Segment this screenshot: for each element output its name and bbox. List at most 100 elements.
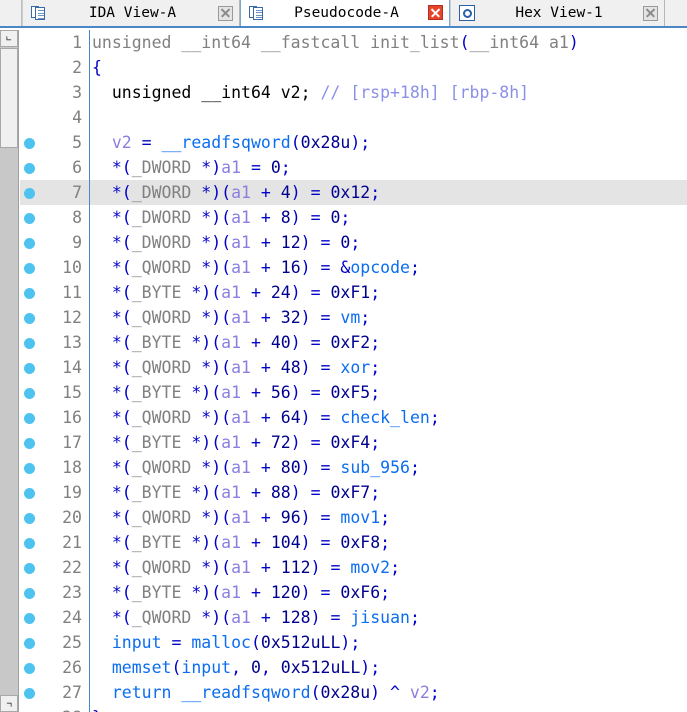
close-icon[interactable] xyxy=(218,5,233,21)
token-var: a1 xyxy=(221,333,242,352)
token-gray: _DWORD xyxy=(131,208,192,227)
tab-hex-view-1[interactable]: Hex View-1 xyxy=(450,0,665,26)
gutter-separator xyxy=(89,155,90,180)
breakpoint-icon[interactable] xyxy=(24,162,35,174)
code-line[interactable]: 16 *(_QWORD *)(a1 + 64) = check_len; xyxy=(20,405,687,430)
token-kw: *)( xyxy=(181,583,222,602)
token-num: 56 xyxy=(270,383,291,402)
code-line[interactable]: 3 unsigned __int64 v2; // [rsp+18h] [rbp… xyxy=(20,80,687,105)
code-text: *(_QWORD *)(a1 + 48) = xor; xyxy=(92,355,380,380)
code-line[interactable]: 2{ xyxy=(20,55,687,80)
gutter-separator xyxy=(89,580,90,605)
token-kw: + xyxy=(250,558,281,577)
scrollbar-thumb[interactable] xyxy=(0,48,18,148)
token-kw: *)( xyxy=(191,508,232,527)
breakpoint-icon[interactable] xyxy=(24,512,35,524)
breakpoint-icon[interactable] xyxy=(24,462,35,474)
token-kw: *)( xyxy=(191,308,232,327)
token-kw: ; xyxy=(370,483,381,502)
code-line[interactable]: 1 unsigned __int64 __fastcall init_list(_… xyxy=(20,30,687,55)
breakpoint-icon[interactable] xyxy=(24,437,35,449)
breakpoint-icon[interactable] xyxy=(24,487,35,499)
token-kw: ; xyxy=(390,558,401,577)
code-line[interactable]: 12 *(_QWORD *)(a1 + 32) = vm; xyxy=(20,305,687,330)
breakpoint-icon[interactable] xyxy=(24,637,35,649)
close-icon-red[interactable] xyxy=(428,5,443,20)
code-line[interactable]: 13 *(_BYTE *)(a1 + 40) = 0xF2; xyxy=(20,330,687,355)
code-line[interactable]: 8 *(_DWORD *)(a1 + 8) = 0; xyxy=(20,205,687,230)
code-text: *(_QWORD *)(a1 + 80) = sub_956; xyxy=(92,455,420,480)
breakpoint-icon[interactable] xyxy=(24,612,35,624)
code-line[interactable]: 10 *(_QWORD *)(a1 + 16) = &opcode; xyxy=(20,255,687,280)
code-line[interactable]: 21 *(_BYTE *)(a1 + 104) = 0xF8; xyxy=(20,530,687,555)
breakpoint-icon[interactable] xyxy=(24,387,35,399)
code-line[interactable]: 28} xyxy=(20,705,687,712)
code-line[interactable]: 26 memset(input, 0, 0x512uLL); xyxy=(20,655,687,680)
token-func: input xyxy=(181,658,232,677)
token-gray: unsigned __int64 __fastcall init_list xyxy=(92,33,460,52)
breakpoint-icon[interactable] xyxy=(24,662,35,674)
token-num: 0x12 xyxy=(330,183,371,202)
code-line[interactable]: 25 input = malloc(0x512uLL); xyxy=(20,630,687,655)
token-kw: ) = xyxy=(290,383,331,402)
token-plain: ; xyxy=(300,83,321,102)
breakpoint-icon[interactable] xyxy=(24,587,35,599)
token-kw: *( xyxy=(92,533,132,552)
gutter-separator xyxy=(89,705,90,712)
line-number: 22 xyxy=(62,558,82,577)
tab-label: IDA View-A xyxy=(88,5,177,21)
code-line[interactable]: 22 *(_QWORD *)(a1 + 112) = mov2; xyxy=(20,555,687,580)
gutter-separator xyxy=(89,280,90,305)
code-line[interactable]: 6 *(_DWORD *)a1 = 0; xyxy=(20,155,687,180)
code-line[interactable]: 18 *(_QWORD *)(a1 + 80) = sub_956; xyxy=(20,455,687,480)
breakpoint-icon[interactable] xyxy=(24,312,35,324)
code-line[interactable]: 17 *(_BYTE *)(a1 + 72) = 0xF4; xyxy=(20,430,687,455)
token-gray: __int64 a1 xyxy=(469,33,569,52)
line-number: 6 xyxy=(72,158,82,177)
breakpoint-icon[interactable] xyxy=(24,562,35,574)
scroll-up-arrow-icon[interactable] xyxy=(0,30,18,47)
breakpoint-icon[interactable] xyxy=(24,287,35,299)
token-kw: = xyxy=(131,133,162,152)
code-line[interactable]: 11 *(_BYTE *)(a1 + 24) = 0xF1; xyxy=(20,280,687,305)
code-line[interactable]: 5 v2 = __readfsqword(0x28u); xyxy=(20,130,687,155)
code-text: *(_DWORD *)(a1 + 12) = 0; xyxy=(92,230,360,255)
token-num: 0x512uLL xyxy=(260,633,341,652)
code-line[interactable]: 27 return __readfsqword(0x28u) ^ v2; xyxy=(20,680,687,705)
code-line[interactable]: 20 *(_QWORD *)(a1 + 96) = mov1; xyxy=(20,505,687,530)
breakpoint-icon[interactable] xyxy=(24,212,35,224)
token-kw: + xyxy=(241,433,271,452)
token-gray: _DWORD xyxy=(131,233,192,252)
breakpoint-icon[interactable] xyxy=(24,362,35,374)
breakpoint-icon[interactable] xyxy=(24,137,35,149)
code-line[interactable]: 7 *(_DWORD *)(a1 + 4) = 0x12; xyxy=(20,180,687,205)
line-number: 3 xyxy=(72,83,82,102)
code-line[interactable]: 19 *(_BYTE *)(a1 + 88) = 0xF7; xyxy=(20,480,687,505)
vertical-scrollbar[interactable] xyxy=(0,30,19,712)
scroll-down-arrow-icon[interactable] xyxy=(0,695,18,712)
code-line[interactable]: 14 *(_QWORD *)(a1 + 48) = xor; xyxy=(20,355,687,380)
breakpoint-icon[interactable] xyxy=(24,537,35,549)
token-var: a1 xyxy=(231,608,251,627)
pseudocode-listing[interactable]: 1 unsigned __int64 __fastcall init_list(_… xyxy=(20,30,687,712)
gutter-separator xyxy=(89,205,90,230)
code-line[interactable]: 24 *(_QWORD *)(a1 + 128) = jisuan; xyxy=(20,605,687,630)
close-icon[interactable] xyxy=(643,5,658,21)
token-kw: ) = xyxy=(290,333,331,352)
breakpoint-icon[interactable] xyxy=(24,687,35,699)
code-line[interactable]: 15 *(_BYTE *)(a1 + 56) = 0xF5; xyxy=(20,380,687,405)
tab-ida-view-a[interactable]: IDA View-A xyxy=(22,0,240,26)
breakpoint-icon[interactable] xyxy=(24,262,35,274)
code-line[interactable]: 23 *(_BYTE *)(a1 + 120) = 0xF6; xyxy=(20,580,687,605)
code-line[interactable]: 9 *(_DWORD *)(a1 + 12) = 0; xyxy=(20,230,687,255)
tab-pseudocode-a[interactable]: Pseudocode-A xyxy=(240,0,450,26)
breakpoint-icon[interactable] xyxy=(24,412,35,424)
code-line[interactable]: 4 xyxy=(20,105,687,130)
token-kw: ; xyxy=(409,608,420,627)
breakpoint-icon[interactable] xyxy=(24,237,35,249)
breakpoint-icon[interactable] xyxy=(24,187,35,199)
code-text: input = malloc(0x512uLL); xyxy=(92,630,360,655)
breakpoint-icon[interactable] xyxy=(24,337,35,349)
token-kw: = xyxy=(241,158,271,177)
